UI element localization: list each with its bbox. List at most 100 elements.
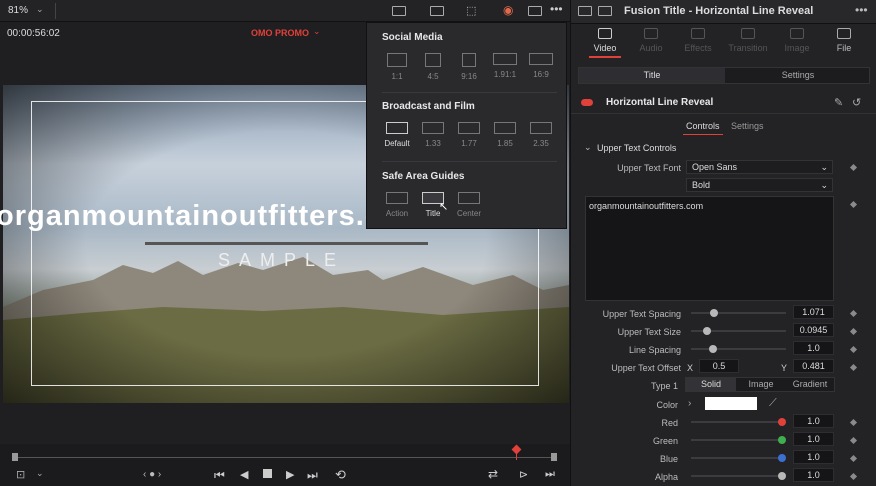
timeline-name[interactable]: OMO PROMO [251,28,309,38]
first-frame-icon[interactable]: ⏮ [214,468,225,483]
jog-icon[interactable]: ‹ ● › [143,469,161,480]
layout-icon[interactable] [528,6,542,16]
safe-area-dropdown: Social Media 1:1 4:5 9:16 1.91:1 16:9 Br… [366,22,567,229]
line-spacing-slider[interactable] [691,348,786,350]
zoom-level[interactable]: 81% [8,5,28,16]
mark-icon[interactable]: ⊳ [519,468,528,481]
tab-audio[interactable]: Audio [627,28,675,53]
ratio-1-77[interactable]: 1.77 [453,122,485,148]
inspector-header: Fusion Title - Horizontal Line Reveal ••… [571,0,876,24]
ratio-1-1[interactable]: 1:1 [381,53,413,81]
play-reverse-icon[interactable]: ◀ [240,468,248,481]
stop-icon[interactable] [263,469,272,478]
match-frame-icon[interactable]: ⇄ [488,467,498,481]
more-options-icon[interactable]: ••• [550,2,563,16]
reset-icon[interactable]: ↺ [852,96,861,109]
clip-chevron-down-icon[interactable]: ⌄ [36,468,44,479]
guide-center[interactable]: Center [453,192,485,218]
subtab-settings[interactable]: Settings [725,68,871,83]
ratio-default[interactable]: Default [381,122,413,148]
keyframe-icon[interactable] [849,345,858,354]
keyframe-icon[interactable] [849,200,858,209]
green-slider[interactable] [691,439,783,441]
zoom-chevron-down-icon[interactable]: ⌄ [36,4,44,15]
timecode[interactable]: 00:00:56:02 [7,28,60,39]
keyframe-icon[interactable] [849,327,858,336]
ratio-4-5[interactable]: 4:5 [417,53,449,81]
spacing-knob[interactable] [710,309,718,317]
blue-slider[interactable] [691,457,783,459]
transform-icon[interactable]: ⬚ [466,4,476,17]
eyedropper-icon[interactable]: ⟋ [769,397,777,410]
ratio-9-16[interactable]: 9:16 [453,53,485,81]
wand-icon[interactable]: ✎ [834,96,843,109]
tab-video[interactable]: Video [581,28,629,53]
ratio-16-9[interactable]: 16:9 [525,53,557,79]
ratio-1-85[interactable]: 1.85 [489,122,521,148]
offset-x-value[interactable]: 0.5 [699,359,739,373]
red-slider[interactable] [691,421,783,423]
tab-file[interactable]: File [820,28,868,53]
alpha-value[interactable]: 1.0 [793,468,834,482]
in-marker[interactable] [12,453,18,461]
tab-image[interactable]: Image [773,28,821,53]
blue-value[interactable]: 1.0 [793,450,834,464]
color-expand-chevron-icon[interactable]: › [688,398,691,409]
clip-icon[interactable]: ⊡ [16,468,25,481]
keyframe-icon[interactable] [849,472,858,481]
keyframe-icon[interactable] [849,454,858,463]
more-options-icon[interactable]: ••• [855,3,868,17]
green-value[interactable]: 1.0 [793,432,834,446]
ratio-2-35[interactable]: 2.35 [525,122,557,148]
style-select[interactable]: Bold ⌄ [686,178,833,192]
keyframe-icon[interactable] [849,363,858,372]
safe-area-icon[interactable] [430,6,444,16]
section-chevron-down-icon[interactable]: ⌄ [584,142,592,153]
offset-y-value[interactable]: 0.481 [793,359,834,373]
color-swatch[interactable] [705,397,757,410]
panel-layout-icon[interactable] [598,6,612,16]
section-header[interactable]: Upper Text Controls [597,143,676,153]
scrub-track[interactable] [14,457,554,458]
size-label: Upper Text Size [617,327,681,337]
keyframe-icon[interactable] [849,309,858,318]
text-input[interactable]: organmountainoutfitters.com [585,196,834,301]
spacing-value[interactable]: 1.071 [793,305,834,319]
type-image[interactable]: Image [736,378,786,391]
red-knob[interactable] [778,418,786,426]
color-wheel-icon[interactable]: ◉ [503,3,513,17]
size-knob[interactable] [703,327,711,335]
red-value[interactable]: 1.0 [793,414,834,428]
type-solid[interactable]: Solid [686,378,736,391]
subtab-title[interactable]: Title [579,68,725,83]
alpha-slider[interactable] [691,475,783,477]
keyframe-icon[interactable] [849,418,858,427]
alpha-knob[interactable] [778,472,786,480]
effect-enable-toggle[interactable] [581,99,593,106]
guide-action[interactable]: Action [381,192,413,218]
next-edit-icon[interactable]: ⏭ [545,468,555,481]
keyframe-icon[interactable] [849,436,858,445]
tab-transition[interactable]: Transition [724,28,772,53]
keyframe-icon[interactable] [849,163,858,172]
green-knob[interactable] [778,436,786,444]
blue-knob[interactable] [778,454,786,462]
ratio-1-33[interactable]: 1.33 [417,122,449,148]
ctrl-tab-settings[interactable]: Settings [731,121,764,131]
font-select[interactable]: Open Sans ⌄ [686,160,833,174]
size-value[interactable]: 0.0945 [793,323,834,337]
line-spacing-knob[interactable] [709,345,717,353]
type-gradient[interactable]: Gradient [786,378,834,391]
ratio-1-91-1[interactable]: 1.91:1 [489,53,521,79]
play-icon[interactable]: ▶ [286,468,294,481]
out-marker[interactable] [551,453,557,461]
line-spacing-value[interactable]: 1.0 [793,341,834,355]
spacing-slider[interactable] [691,312,786,314]
panel-toggle-icon[interactable] [578,6,592,16]
ctrl-tab-controls[interactable]: Controls [686,121,720,131]
loop-icon[interactable]: ⟲ [335,467,346,483]
timeline-chevron-down-icon[interactable]: ⌄ [313,26,321,37]
viewer-mode-icon[interactable] [392,6,406,16]
tab-effects[interactable]: Effects [674,28,722,53]
last-frame-icon[interactable]: ⏭ [307,468,318,483]
